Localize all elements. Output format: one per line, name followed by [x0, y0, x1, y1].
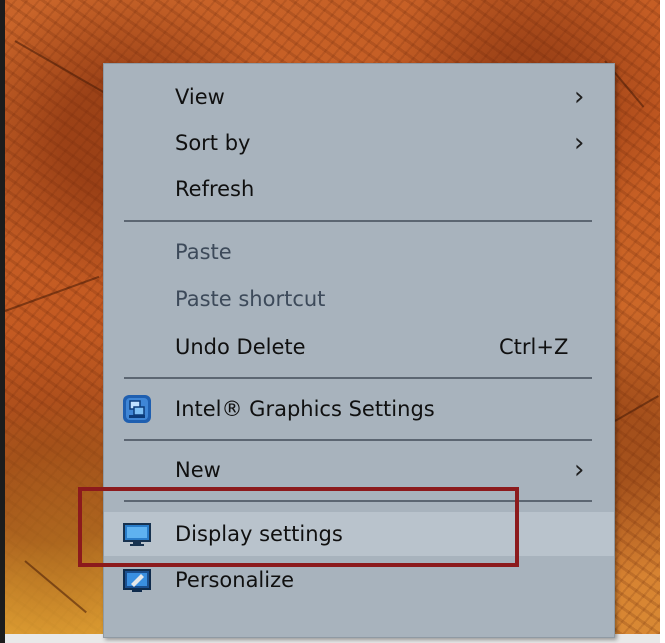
- menu-item-label: Personalize: [175, 568, 295, 592]
- menu-item-new[interactable]: New ›: [104, 450, 614, 490]
- menu-item-label: Paste shortcut: [175, 287, 326, 311]
- personalize-icon: [121, 564, 153, 596]
- menu-item-label: View: [175, 85, 225, 109]
- chevron-right-icon: ›: [574, 455, 585, 485]
- menu-item-undo-delete[interactable]: Undo Delete Ctrl+Z: [104, 327, 614, 367]
- menu-item-paste-shortcut: Paste shortcut: [104, 279, 614, 319]
- menu-item-label: Undo Delete: [175, 335, 306, 359]
- highlight-callout-box: [78, 487, 519, 567]
- menu-item-shortcut: Ctrl+Z: [499, 335, 569, 359]
- menu-item-view[interactable]: View ›: [104, 77, 614, 117]
- menu-item-label: Intel® Graphics Settings: [175, 397, 435, 421]
- menu-item-label: Refresh: [175, 177, 255, 201]
- menu-item-label: Paste: [175, 240, 232, 264]
- menu-item-intel-graphics-settings[interactable]: Intel® Graphics Settings: [104, 389, 614, 429]
- leaf-vein: [614, 395, 659, 422]
- menu-item-sort-by[interactable]: Sort by ›: [104, 123, 614, 163]
- menu-item-paste: Paste: [104, 232, 614, 272]
- menu-item-refresh[interactable]: Refresh: [104, 169, 614, 209]
- chevron-right-icon: ›: [574, 82, 585, 112]
- leaf-vein: [4, 275, 100, 312]
- menu-item-label: Sort by: [175, 131, 251, 155]
- menu-separator: [124, 439, 592, 441]
- leaf-vein: [24, 560, 87, 614]
- menu-item-label: New: [175, 458, 221, 482]
- intel-graphics-icon: [121, 393, 153, 425]
- menu-separator: [124, 377, 592, 379]
- chevron-right-icon: ›: [574, 128, 585, 158]
- menu-separator: [124, 220, 592, 222]
